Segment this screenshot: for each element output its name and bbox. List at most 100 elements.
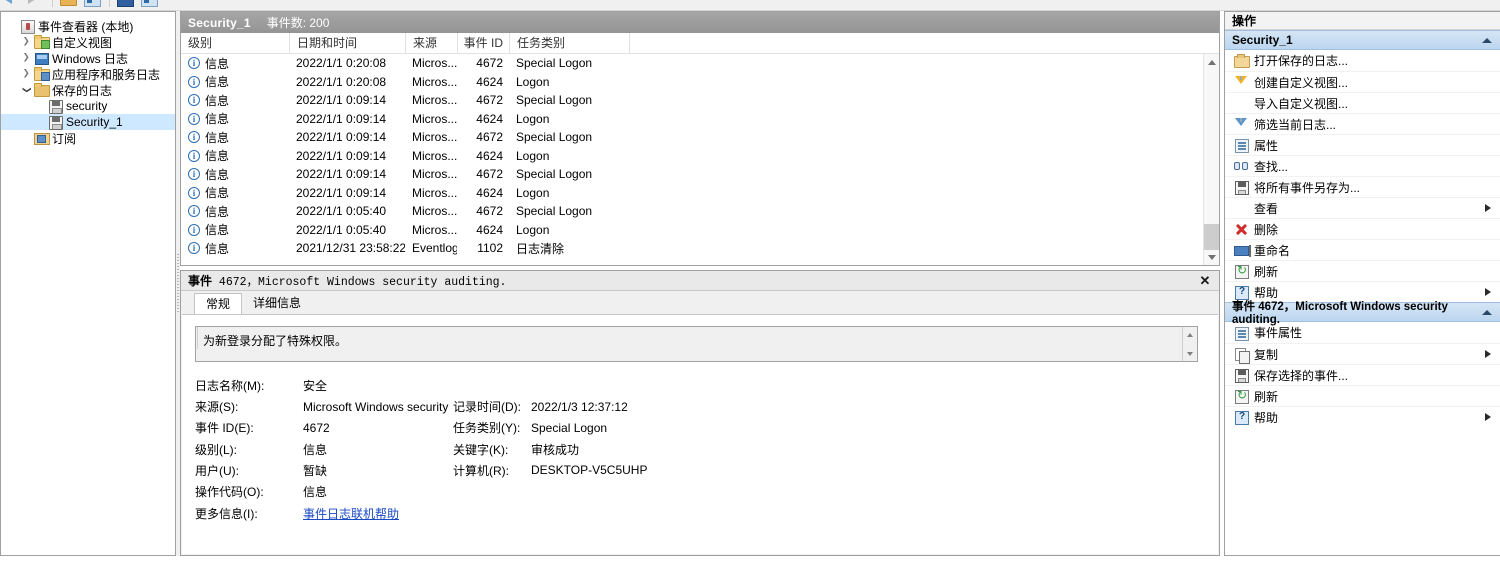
tree-item-4[interactable]: 保存的日志 [1,82,175,98]
table-row[interactable]: i 信息 2022/1/1 0:05:40 Micros... 4624 Logon [181,221,1219,240]
submenu-arrow-icon[interactable] [1485,350,1491,358]
scroll-up-icon[interactable] [1204,54,1219,70]
tree-item-0[interactable]: 事件查看器 (本地) [1,18,175,34]
table-row[interactable]: i 信息 2022/1/1 0:05:40 Micros... 4672 Special … [181,202,1219,221]
help-icon[interactable] [138,0,160,9]
cell-event-id: 4624 [476,74,503,89]
column-header-0[interactable]: 级别 [181,33,289,54]
show-hide-console-tree-icon[interactable] [81,0,103,9]
cell-event-id: 4672 [476,93,503,108]
action-item-1-3[interactable]: 刷新 [1225,385,1500,406]
action-item-0-7[interactable]: 查看 [1225,197,1500,218]
table-row[interactable]: i 信息 2022/1/1 0:09:14 Micros... 4624 Logon [181,110,1219,129]
action-item-1-1[interactable]: 复制 [1225,343,1500,364]
column-header-5[interactable] [629,32,1189,54]
opcode-label: 操作代码(O): [195,485,264,500]
table-row[interactable]: i 信息 2022/1/1 0:20:08 Micros... 4624 Logon [181,73,1219,92]
tree-item-label: Security_1 [66,115,123,129]
cell-datetime: 2022/1/1 0:05:40 [296,204,387,219]
column-header-3[interactable]: 事件 ID [457,32,509,54]
action-item-0-2[interactable]: 导入自定义视图... [1225,92,1500,113]
cell-task-category: Logon [516,111,550,126]
chevron-up-icon[interactable] [1482,37,1492,43]
action-item-0-0[interactable]: 打开保存的日志... [1225,50,1500,71]
forward-arrow-icon[interactable] [24,0,46,9]
submenu-arrow-icon[interactable] [1485,204,1491,212]
tree-item-7[interactable]: 订阅 [1,130,175,146]
column-header-1[interactable]: 日期和时间 [289,32,405,54]
action-item-label: 重命名 [1254,243,1291,258]
cell-task-category: Logon [516,74,550,89]
cell-level: i 信息 [181,203,289,220]
action-item-1-0[interactable]: 事件属性 [1225,322,1500,343]
table-row[interactable]: i 信息 2022/1/1 0:09:14 Micros... 4624 Logon [181,147,1219,166]
submenu-arrow-icon[interactable] [1485,288,1491,296]
action-item-0-9[interactable]: 重命名 [1225,239,1500,260]
cell-event-id: 4672 [476,204,503,219]
event-log-online-help-link[interactable]: 事件日志联机帮助 [303,505,453,522]
folder-icon[interactable] [57,0,79,9]
table-row[interactable]: i 信息 2022/1/1 0:09:14 Micros... 4624 Logon [181,184,1219,203]
table-row[interactable]: i 信息 2022/1/1 0:20:08 Micros... 4672 Special … [181,54,1219,73]
tree-item-1[interactable]: 自定义视图 [1,34,175,50]
action-item-label: 将所有事件另存为... [1254,180,1361,195]
information-level-icon: i [188,223,200,236]
table-row[interactable]: i 信息 2022/1/1 0:09:14 Micros... 4672 Special … [181,91,1219,110]
description-scrollbar[interactable] [1182,327,1197,361]
actions-group-header-0[interactable]: Security_1 [1225,30,1500,50]
event-description-box[interactable]: 为新登录分配了特殊权限。 [195,326,1198,362]
tree-item-2[interactable]: Windows 日志 [1,50,175,66]
events-list-scrollbar[interactable] [1203,54,1219,265]
description-scroll-up-icon[interactable] [1183,327,1197,342]
properties-icon[interactable] [114,0,136,9]
chevron-right-icon[interactable] [19,34,33,50]
action-item-0-5[interactable]: 查找... [1225,155,1500,176]
action-item-1-4[interactable]: 帮助 [1225,406,1500,427]
tree-item-6[interactable]: Security_1 [1,114,175,130]
events-list-title-bar: Security_1 事件数: 200 [181,12,1219,33]
action-item-0-11[interactable]: 帮助 [1225,281,1500,302]
information-level-icon: i [188,112,200,125]
custom-views-folder-icon [33,34,51,50]
table-row[interactable]: i 信息 2022/1/1 0:09:14 Micros... 4672 Special … [181,128,1219,147]
chevron-right-icon[interactable] [19,50,33,66]
back-arrow-icon[interactable] [0,0,22,9]
copy-icon [1232,346,1254,364]
chevron-up-icon[interactable] [1482,309,1492,315]
level-text: 信息 [205,241,230,256]
close-icon[interactable]: ✕ [1197,273,1213,289]
submenu-arrow-icon[interactable] [1485,413,1491,421]
events-log-name: Security_1 [188,15,251,30]
action-item-0-1[interactable]: 创建自定义视图... [1225,71,1500,92]
column-header-4[interactable]: 任务类别 [509,32,629,54]
user-value: 暂缺 [303,463,328,478]
action-item-0-8[interactable]: 删除 [1225,218,1500,239]
action-item-0-6[interactable]: 将所有事件另存为... [1225,176,1500,197]
chevron-right-icon[interactable] [19,66,33,82]
tab-details[interactable]: 详细信息 [242,293,312,314]
action-item-1-2[interactable]: 保存选择的事件... [1225,364,1500,385]
table-row[interactable]: i 信息 2022/1/1 0:09:14 Micros... 4672 Special … [181,165,1219,184]
chevron-down-icon[interactable] [19,82,33,98]
actions-group-header-1[interactable]: 事件 4672，Microsoft Windows security audit… [1225,301,1500,326]
action-item-0-10[interactable]: 刷新 [1225,260,1500,281]
information-level-icon: i [188,149,200,162]
action-item-0-4[interactable]: 属性 [1225,134,1500,155]
field-row-more-info: 更多信息(I): 事件日志联机帮助 [195,502,1218,524]
saved-log-disk-icon [47,98,65,114]
action-item-label: 帮助 [1254,285,1279,300]
action-item-0-3[interactable]: 筛选当前日志... [1225,113,1500,134]
tree-item-5[interactable]: security [1,98,175,114]
level-text: 信息 [205,186,230,201]
scrollbar-thumb[interactable] [1204,224,1219,250]
tree-item-3[interactable]: 应用程序和服务日志 [1,66,175,82]
cell-level: i 信息 [181,129,289,146]
scroll-down-icon[interactable] [1204,249,1219,265]
cell-datetime: 2022/1/1 0:09:14 [296,148,387,163]
tab-general[interactable]: 常规 [194,293,243,314]
cell-source: Micros... [412,74,457,89]
description-scroll-down-icon[interactable] [1183,346,1197,361]
table-row[interactable]: i 信息 2021/12/31 23:58:22 Eventlog 1102 日志清除 [181,239,1219,258]
column-header-2[interactable]: 来源 [405,32,457,54]
